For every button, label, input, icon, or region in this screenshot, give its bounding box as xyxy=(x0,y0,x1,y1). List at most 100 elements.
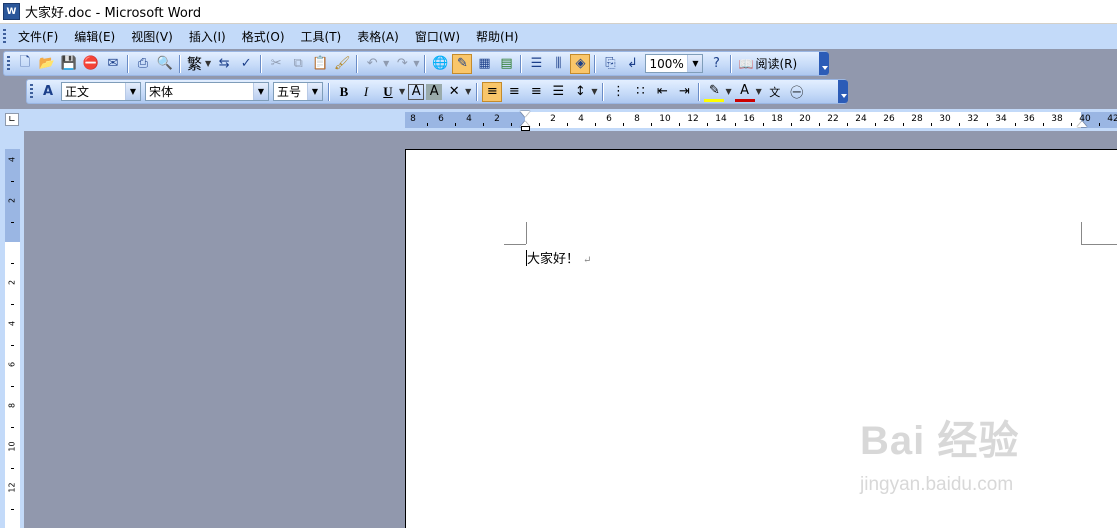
print-icon[interactable]: ⎙ xyxy=(133,54,153,74)
menubar-grip[interactable] xyxy=(3,29,6,44)
toolbar-options-icon[interactable] xyxy=(838,80,848,103)
chevron-down-icon[interactable]: ▼ xyxy=(383,59,389,68)
read-button[interactable]: 📖 阅读(R) xyxy=(735,55,800,72)
font-select[interactable]: 宋体 ▼ xyxy=(145,82,269,101)
styles-formatting-icon[interactable]: A xyxy=(38,82,58,102)
chevron-down-icon[interactable]: ▼ xyxy=(756,87,762,96)
zoom-select[interactable]: 100% ▼ xyxy=(645,54,704,73)
paragraph-mark-icon[interactable]: ↲ xyxy=(622,54,642,74)
paste-icon[interactable]: 📋 xyxy=(310,54,330,74)
ruler-number: 8 xyxy=(410,114,416,124)
decrease-indent-icon[interactable]: ⇤ xyxy=(652,82,672,102)
menu-file[interactable]: 文件(F) xyxy=(10,26,66,48)
horizontal-ruler[interactable]: 8 6 4 2 2 4 6 8 10 12 14 16 18 20 22 24 26 28 30 32 34 36 38 40… xyxy=(405,111,1117,131)
spelling-icon[interactable]: ✓ xyxy=(236,54,256,74)
increase-indent-icon[interactable]: ⇥ xyxy=(674,82,694,102)
ruler-tick xyxy=(427,123,428,126)
font-size-select[interactable]: 五号 ▼ xyxy=(273,82,323,101)
ruler-number: 6 xyxy=(7,361,17,368)
ruler-tick xyxy=(959,123,960,126)
document-map-icon[interactable]: ◈ xyxy=(570,53,591,74)
ruler-tick xyxy=(847,123,848,126)
style-select[interactable]: 正文 ▼ xyxy=(61,82,141,101)
align-center-icon[interactable]: ≡ xyxy=(504,82,524,102)
character-scaling-icon[interactable]: ✕ xyxy=(444,82,464,102)
phonetic-guide-icon[interactable]: 文 xyxy=(765,82,785,102)
traditional-chinese-button[interactable]: 繁 xyxy=(185,54,204,74)
underline-icon[interactable]: U xyxy=(378,82,398,102)
menu-table[interactable]: 表格(A) xyxy=(349,26,407,48)
permission-icon[interactable]: ⛔ xyxy=(81,54,101,74)
chevron-down-icon[interactable]: ▼ xyxy=(591,87,597,96)
tab-selector[interactable]: ∟ xyxy=(5,113,19,126)
ruler-number: 6 xyxy=(606,114,612,124)
show-hide-icon[interactable]: ⎘ xyxy=(600,54,620,74)
document-body[interactable]: 大家好！ ↵ xyxy=(526,248,591,267)
bold-icon[interactable]: B xyxy=(334,82,354,102)
menu-edit[interactable]: 编辑(E) xyxy=(66,26,123,48)
left-indent-marker[interactable] xyxy=(521,126,530,131)
columns-icon[interactable]: ☰ xyxy=(526,54,546,74)
character-shading-icon[interactable]: A xyxy=(426,83,443,100)
insert-table-icon[interactable]: ▦ xyxy=(474,54,494,74)
menu-view[interactable]: 视图(V) xyxy=(123,26,181,48)
vertical-ruler[interactable]: 4 2 2 4 6 8 10 12 xyxy=(5,149,20,528)
font-color-icon[interactable]: A xyxy=(734,82,755,102)
enclose-characters-icon[interactable]: ㊀ xyxy=(787,82,807,102)
align-left-icon[interactable]: ≡ xyxy=(482,81,503,102)
menu-help[interactable]: 帮助(H) xyxy=(468,26,526,48)
tables-borders-icon[interactable]: ✎ xyxy=(452,53,473,74)
menu-format[interactable]: 格式(O) xyxy=(234,26,293,48)
numbering-icon[interactable]: ⋮ xyxy=(608,82,628,102)
redo-icon[interactable]: ↷ xyxy=(392,54,412,74)
chevron-down-icon[interactable]: ▼ xyxy=(125,83,140,100)
highlight-icon[interactable]: ✎ xyxy=(704,82,725,102)
word-doc-icon[interactable]: W xyxy=(3,3,20,20)
character-border-icon[interactable]: A xyxy=(408,83,425,100)
hyperlink-icon[interactable]: 🌐 xyxy=(430,54,450,74)
first-line-indent-marker[interactable] xyxy=(520,111,530,117)
save-icon[interactable]: 💾 xyxy=(59,54,79,74)
insert-excel-icon[interactable]: ▤ xyxy=(496,54,516,74)
chevron-down-icon[interactable]: ▼ xyxy=(687,55,703,72)
format-painter-icon[interactable]: 🖌 xyxy=(332,54,352,74)
toolbar-options-icon[interactable] xyxy=(819,52,829,75)
new-document-icon[interactable]: 🗋 xyxy=(15,54,35,74)
ruler-tick xyxy=(567,123,568,126)
menu-tools[interactable]: 工具(T) xyxy=(293,26,350,48)
menu-insert[interactable]: 插入(I) xyxy=(181,26,234,48)
ruler-number: 16 xyxy=(743,114,755,124)
line-spacing-icon[interactable]: ↕ xyxy=(570,82,590,102)
email-icon[interactable]: ✉ xyxy=(103,54,123,74)
chevron-down-icon[interactable]: ▼ xyxy=(253,83,268,100)
bullets-icon[interactable]: ∷ xyxy=(630,82,650,102)
ruler-tick xyxy=(11,426,14,428)
ruler-tick xyxy=(791,123,792,126)
formatting-toolbar: A 正文 ▼ 宋体 ▼ 五号 ▼ B I U ▼ A A ✕ ▼ ≡ ≡ ≡ ☰… xyxy=(26,79,848,104)
copy-icon[interactable]: ⧉ xyxy=(288,54,308,74)
chevron-down-icon[interactable]: ▼ xyxy=(205,59,211,68)
align-right-icon[interactable]: ≡ xyxy=(526,82,546,102)
ruler-tick xyxy=(11,467,14,469)
chevron-down-icon[interactable]: ▼ xyxy=(413,59,419,68)
toolbar-grip[interactable] xyxy=(7,56,10,71)
chevron-down-icon[interactable]: ▼ xyxy=(307,83,322,100)
ruler-number: 6 xyxy=(438,114,444,124)
help-icon[interactable]: ? xyxy=(706,54,726,74)
cut-icon[interactable]: ✂ xyxy=(266,54,286,74)
justify-icon[interactable]: ☰ xyxy=(548,82,568,102)
open-folder-icon[interactable]: 📂 xyxy=(37,54,57,74)
chevron-down-icon[interactable]: ▼ xyxy=(399,87,405,96)
print-preview-icon[interactable]: 🔍 xyxy=(155,54,175,74)
menu-window[interactable]: 窗口(W) xyxy=(407,26,468,48)
drawing-icon[interactable]: ⫼ xyxy=(548,54,568,74)
chevron-down-icon[interactable]: ▼ xyxy=(465,87,471,96)
chevron-down-icon[interactable]: ▼ xyxy=(725,87,731,96)
italic-icon[interactable]: I xyxy=(356,82,376,102)
toolbar-grip[interactable] xyxy=(30,84,33,99)
research-icon[interactable]: ⇆ xyxy=(214,54,234,74)
ruler-number: 2 xyxy=(7,197,17,204)
undo-icon[interactable]: ↶ xyxy=(362,54,382,74)
ruler-number: 34 xyxy=(995,114,1007,124)
ruler-tick xyxy=(1015,123,1016,126)
